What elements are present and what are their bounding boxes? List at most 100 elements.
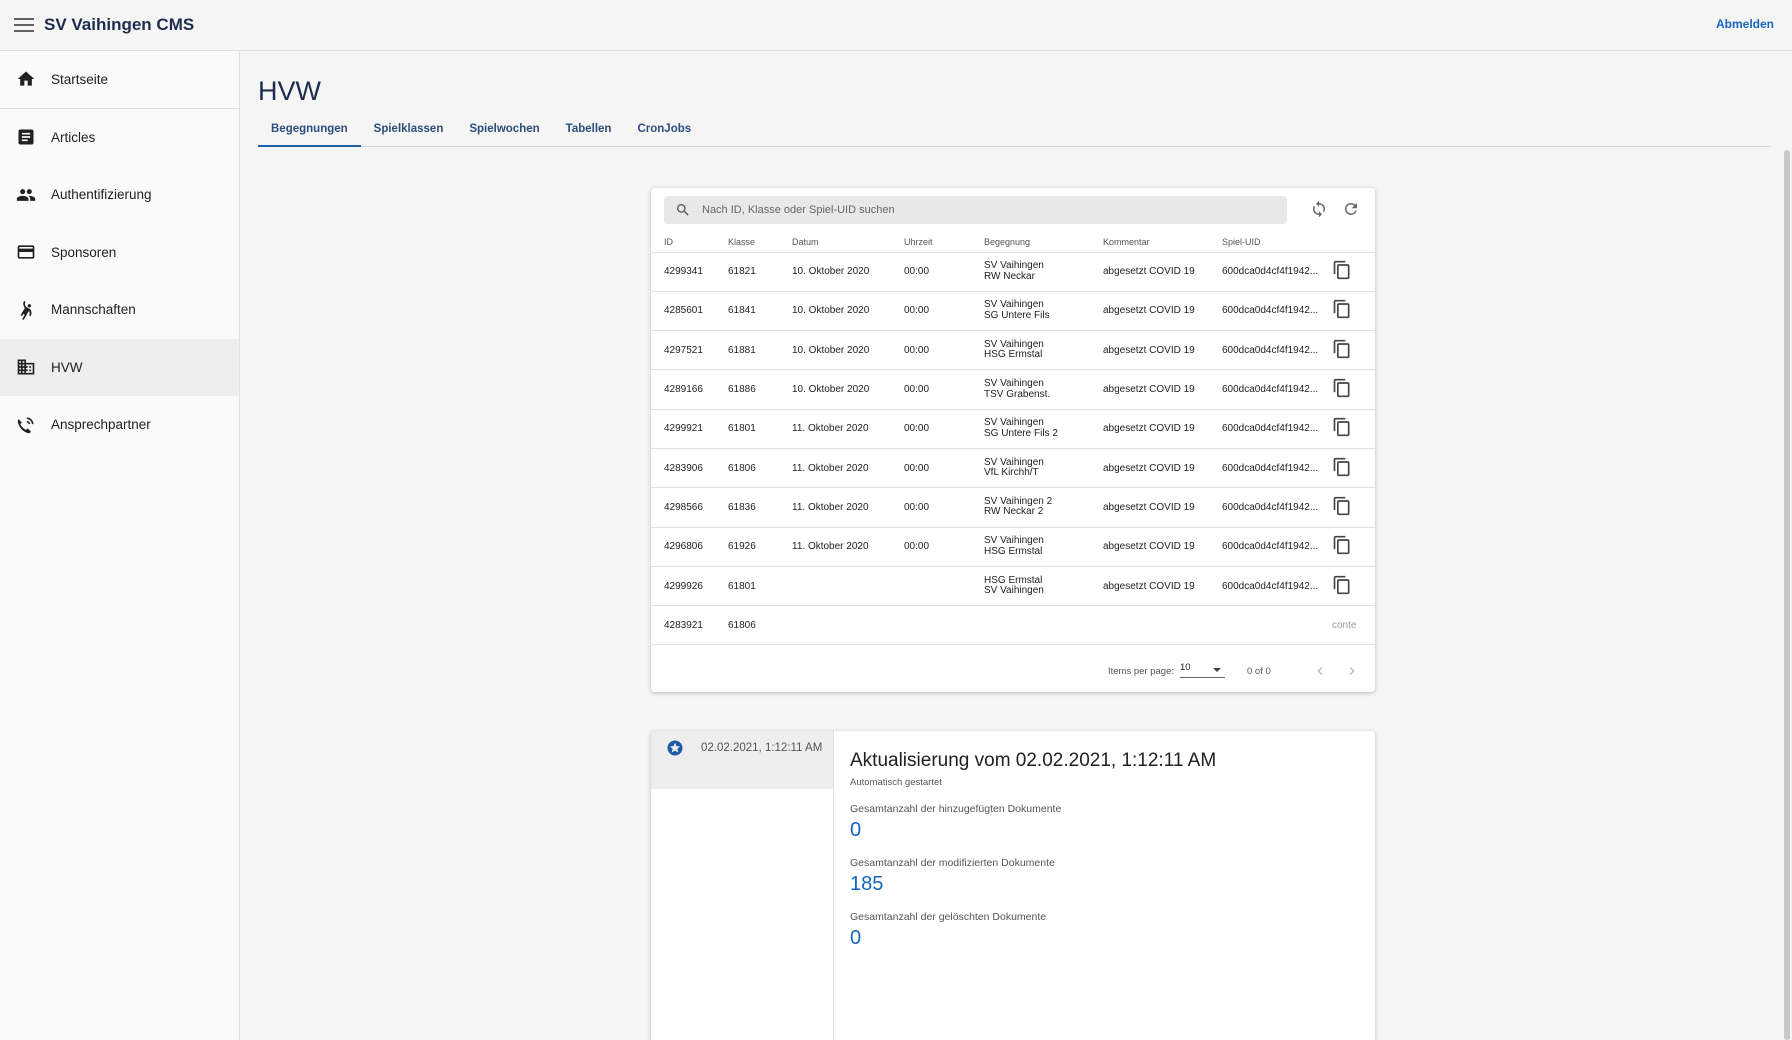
cell-uhrzeit: 00:00 <box>904 448 984 489</box>
cell-begegnung: SV Vaihingen VfL Kirchh/T <box>984 448 1103 489</box>
copy-icon[interactable] <box>1332 260 1352 280</box>
copy-icon[interactable] <box>1332 339 1352 359</box>
table-row[interactable]: 4289166 61886 10. Oktober 2020 00:00 SV Vaih… <box>651 369 1375 410</box>
scrollbar[interactable] <box>1784 150 1790 1040</box>
cell-uhrzeit: 00:00 <box>904 291 984 332</box>
tab-spielklassen[interactable]: Spielklassen <box>361 117 457 147</box>
matches-table: ID Klasse Datum Uhrzeit Begegnung Kommen… <box>651 232 1375 646</box>
cell-kommentar: abgesetzt COVID 19 <box>1103 252 1222 292</box>
column-header-id[interactable]: ID <box>651 232 728 253</box>
cell-klasse: 61801 <box>728 566 792 607</box>
cell-truncated: conte <box>1332 605 1375 646</box>
table-row[interactable]: 4299926 61801 HSG Ermstal SV Vaihingen abges… <box>651 566 1375 607</box>
logout-button[interactable]: Abmelden <box>1716 17 1774 31</box>
table-row[interactable]: 4299921 61801 11. Oktober 2020 00:00 SV Vaih… <box>651 409 1375 449</box>
away-team: HSG Ermstal <box>984 545 1043 557</box>
sidebar-item-articles[interactable]: Articles <box>0 109 239 167</box>
next-page-button[interactable] <box>1344 663 1360 679</box>
copy-icon[interactable] <box>1332 457 1352 477</box>
app-title: SV Vaihingen CMS <box>44 15 195 34</box>
tab-spielwochen[interactable]: Spielwochen <box>456 117 552 147</box>
copy-icon[interactable] <box>1332 496 1352 516</box>
sidebar-item-authentifizierung[interactable]: Authentifizierung <box>0 166 239 224</box>
column-header-actions <box>1332 232 1375 253</box>
home-icon <box>16 69 36 89</box>
star-badge-icon <box>666 739 684 757</box>
column-header-klasse[interactable]: Klasse <box>728 232 792 253</box>
cell-begegnung <box>984 605 1103 646</box>
top-app-bar: SV Vaihingen CMS Abmelden <box>0 0 1792 51</box>
cell-klasse: 61886 <box>728 369 792 410</box>
cell-kommentar: abgesetzt COVID 19 <box>1103 330 1222 371</box>
home-team: SV Vaihingen <box>984 378 1044 390</box>
page-size-value: 10 <box>1180 662 1191 673</box>
sidebar-item-ansprechpartner[interactable]: Ansprechpartner <box>0 396 239 454</box>
cell-spiel-uid: 600dca0d4cf4f1942... <box>1222 369 1332 410</box>
cell-kommentar: abgesetzt COVID 19 <box>1103 369 1222 410</box>
away-team: HSG Ermstal <box>984 349 1043 361</box>
tab-tabellen[interactable]: Tabellen <box>553 117 625 147</box>
cell-id: 4296806 <box>651 527 728 567</box>
previous-page-button[interactable] <box>1312 663 1328 679</box>
stat-added-value: 0 <box>850 819 862 841</box>
sidebar-item-sponsoren[interactable]: Sponsoren <box>0 224 239 282</box>
cell-datum: 10. Oktober 2020 <box>792 291 904 332</box>
cell-id: 4299341 <box>651 252 728 292</box>
cell-id: 4299926 <box>651 566 728 607</box>
cell-datum: 10. Oktober 2020 <box>792 330 904 371</box>
chevron-down-icon <box>1213 668 1221 672</box>
table-row[interactable]: 4299341 61821 10. Oktober 2020 00:00 SV Vaih… <box>651 252 1375 292</box>
copy-icon[interactable] <box>1332 378 1352 398</box>
cell-uhrzeit: 00:00 <box>904 487 984 528</box>
cell-klasse: 61801 <box>728 409 792 449</box>
cell-kommentar: abgesetzt COVID 19 <box>1103 409 1222 449</box>
table-row[interactable]: 4298566 61836 11. Oktober 2020 00:00 SV Vaih… <box>651 487 1375 528</box>
column-header-datum[interactable]: Datum <box>792 232 904 253</box>
table-row[interactable]: 4283921 61806 conte <box>651 605 1375 646</box>
copy-icon[interactable] <box>1332 299 1352 319</box>
cell-id: 4283921 <box>651 605 728 646</box>
cronjob-list-item[interactable]: 02.02.2021, 1:12:11 AM <box>651 731 833 789</box>
cell-spiel-uid: 600dca0d4cf4f1942... <box>1222 566 1332 607</box>
sidebar-item-hvw[interactable]: HVW <box>0 338 239 396</box>
table-row[interactable]: 4283906 61806 11. Oktober 2020 00:00 SV Vaih… <box>651 448 1375 489</box>
sidebar-item-startseite[interactable]: Startseite <box>0 51 239 109</box>
tab-begegnungen[interactable]: Begegnungen <box>258 117 361 147</box>
menu-icon[interactable] <box>14 18 34 32</box>
column-header-begegnung[interactable]: Begegnung <box>984 232 1103 253</box>
table-row[interactable]: 4297521 61881 10. Oktober 2020 00:00 SV Vaih… <box>651 330 1375 371</box>
column-header-kommentar[interactable]: Kommentar <box>1103 232 1222 253</box>
copy-icon[interactable] <box>1332 417 1352 437</box>
cell-datum: 11. Oktober 2020 <box>792 487 904 528</box>
cell-uhrzeit: 00:00 <box>904 409 984 449</box>
cell-uhrzeit <box>904 605 984 646</box>
cell-spiel-uid <box>1222 605 1332 646</box>
table-row[interactable]: 4296806 61926 11. Oktober 2020 00:00 SV Vaih… <box>651 527 1375 567</box>
cell-spiel-uid: 600dca0d4cf4f1942... <box>1222 252 1332 292</box>
tab-cronjobs[interactable]: CronJobs <box>624 117 704 147</box>
sidebar-item-label: Sponsoren <box>51 244 117 260</box>
away-team: RW Neckar 2 <box>984 506 1044 518</box>
search-input[interactable] <box>702 204 1262 216</box>
sidebar-item-mannschaften[interactable]: Mannschaften <box>0 281 239 339</box>
sidebar-item-label: Articles <box>51 129 96 145</box>
column-header-uhrzeit[interactable]: Uhrzeit <box>904 232 984 253</box>
table-header-row: ID Klasse Datum Uhrzeit Begegnung Kommen… <box>651 232 1375 253</box>
cell-spiel-uid: 600dca0d4cf4f1942... <box>1222 291 1332 332</box>
away-team: RW Neckar <box>984 270 1035 282</box>
cell-begegnung: SV Vaihingen 2 RW Neckar 2 <box>984 487 1103 528</box>
cell-uhrzeit <box>904 566 984 607</box>
cell-kommentar <box>1103 605 1222 646</box>
refresh-icon[interactable] <box>1342 200 1360 218</box>
cell-begegnung: SV Vaihingen RW Neckar <box>984 252 1103 292</box>
column-header-spiel-uid[interactable]: Spiel-UID <box>1222 232 1332 253</box>
table-row[interactable]: 4285601 61841 10. Oktober 2020 00:00 SV Vaih… <box>651 291 1375 332</box>
copy-icon[interactable] <box>1332 535 1352 555</box>
copy-icon[interactable] <box>1332 575 1352 595</box>
cell-begegnung: SV Vaihingen TSV Grabenst. <box>984 369 1103 410</box>
sidebar-item-label: Mannschaften <box>51 302 136 318</box>
paginator: Items per page: 10 0 of 0 <box>651 652 1375 692</box>
page-size-select[interactable]: 10 <box>1180 662 1225 678</box>
sync-icon[interactable] <box>1310 200 1328 218</box>
cronjob-subtitle: Automatisch gestartet <box>850 777 942 788</box>
